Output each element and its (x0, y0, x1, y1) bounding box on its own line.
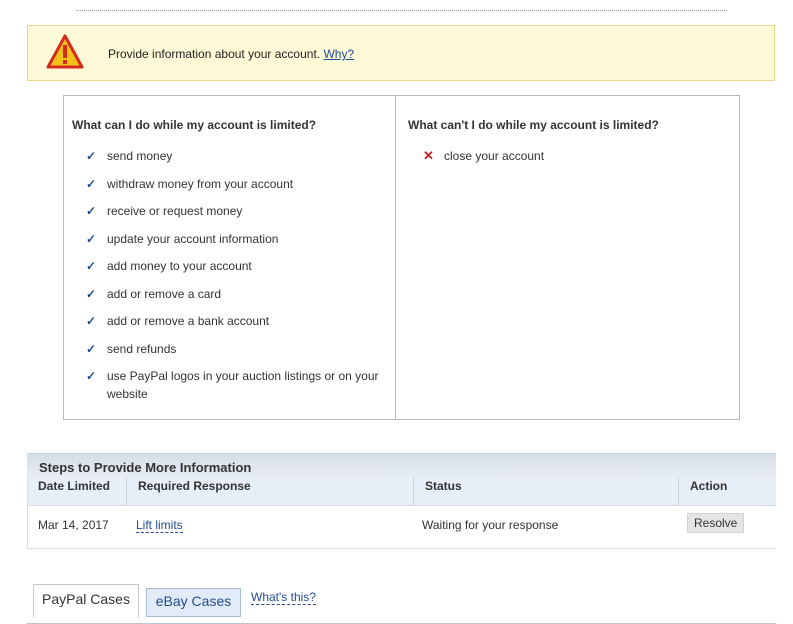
list-item: ✓ add or remove a card (86, 286, 222, 301)
list-item: ✓ send money (86, 149, 173, 163)
list-item: ✓ receive or request money (86, 204, 243, 218)
list-item: ✓ update your account information (86, 231, 279, 246)
lift-limits-link[interactable]: Lift limits (136, 518, 183, 533)
table-row: Mar 14, 2017 Lift limits Waiting for you… (27, 506, 776, 549)
list-item: ✓ use PayPal logos in your auction listin… (86, 369, 379, 401)
checkmark-icon: ✓ (86, 286, 97, 301)
checkmark-icon: ✓ (86, 176, 97, 191)
table-header-row: Date Limited Required Response Status Ac… (27, 477, 776, 506)
cant-do-column: What can't I do while my account is limi… (395, 96, 739, 419)
tab-ebay-cases[interactable]: eBay Cases (146, 588, 241, 617)
list-item: ✓ add or remove a bank account (86, 314, 270, 328)
checkmark-icon: ✓ (86, 341, 97, 356)
permissions-box: What can I do while my account is limite… (63, 95, 740, 420)
can-do-column: What can I do while my account is limite… (64, 96, 396, 419)
col-date-limited: Date Limited (38, 479, 111, 493)
why-link[interactable]: Why? (323, 47, 354, 61)
col-status: Status (413, 477, 678, 505)
list-item: ✓ add money to your account (86, 259, 252, 273)
top-divider (76, 10, 727, 11)
checkmark-icon: ✓ (86, 149, 97, 163)
x-icon: ✕ (423, 148, 434, 163)
cant-do-list: ✕ close your account (423, 147, 723, 175)
checkmark-icon: ✓ (86, 259, 97, 273)
steps-title: Steps to Provide More Information (39, 460, 252, 475)
warning-icon (46, 34, 84, 69)
cases-tabs: PayPal Cases eBay Cases What's this? (27, 584, 776, 624)
list-item: ✓ send refunds (86, 341, 177, 356)
steps-header: Steps to Provide More Information (27, 453, 776, 478)
date-limited-cell: Mar 14, 2017 (38, 518, 109, 532)
limitation-alert: Provide information about your account. … (27, 25, 775, 81)
steps-table: Steps to Provide More Information Date L… (27, 453, 776, 549)
checkmark-icon: ✓ (86, 314, 97, 328)
cant-do-title: What can't I do while my account is limi… (408, 118, 659, 132)
alert-message: Provide information about your account. … (108, 47, 354, 61)
list-item: ✓ withdraw money from your account (86, 176, 294, 191)
col-action: Action (678, 477, 776, 505)
whats-this-link[interactable]: What's this? (251, 590, 316, 605)
tab-paypal-cases[interactable]: PayPal Cases (33, 584, 139, 618)
checkmark-icon: ✓ (86, 231, 97, 246)
list-item: ✕ close your account (423, 148, 545, 163)
can-do-list: ✓ send money ✓ withdraw money from your ac… (86, 147, 386, 413)
status-cell: Waiting for your response (422, 518, 559, 532)
can-do-title: What can I do while my account is limite… (72, 118, 317, 132)
col-required-response: Required Response (126, 477, 413, 505)
checkmark-icon: ✓ (86, 369, 97, 383)
alert-text: Provide information about your account. (108, 47, 321, 61)
checkmark-icon: ✓ (86, 204, 97, 218)
resolve-button[interactable]: Resolve (687, 513, 745, 533)
